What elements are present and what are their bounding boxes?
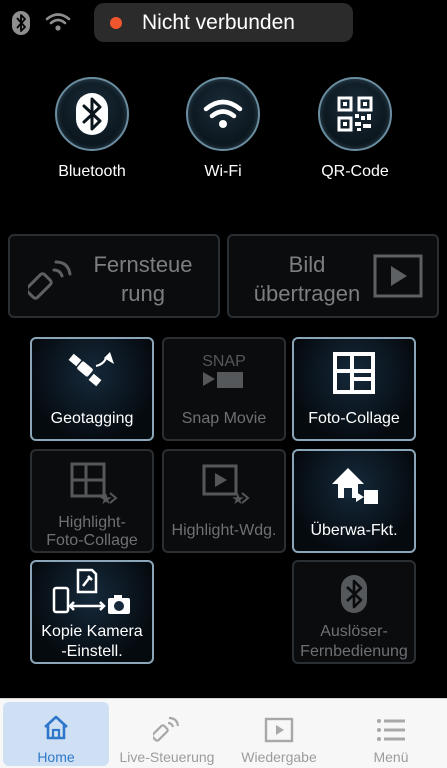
bluetooth-icon-disabled [294,570,414,618]
satellite-icon [32,349,152,397]
tab-live-control[interactable]: Live-Steuerung [112,699,222,768]
wifi-icon [203,99,243,128]
tab-live-control-label: Live-Steuerung [119,749,215,765]
wifi-status-icon [45,12,71,37]
highlight-movie-icon: ★ [164,459,284,507]
home-monitor-icon [294,461,414,509]
wifi-label: Wi-Fi [204,163,242,180]
connection-status-text: Nicht verbunden [142,10,295,34]
highlight-collage-label-line1: Highlight- [58,514,126,531]
qr-code-label: QR-Code [321,163,389,180]
remote-control-icon [28,260,72,300]
tab-menu[interactable]: Menü [346,699,436,768]
shutter-remote-label-line1: Auslöser- [320,623,388,640]
playback-screen-icon [373,254,423,298]
highlight-collage-icon: ★ [32,459,152,507]
playback-icon [230,699,328,743]
highlight-collage-label-line2: Foto-Collage [46,532,138,549]
collage-icon [294,349,414,397]
snap-movie-label: Snap Movie [181,410,267,427]
wifi-circle[interactable] [186,77,260,151]
monitoring-label: Überwa-Fkt. [310,522,398,539]
tab-menu-label: Menü [373,749,409,765]
remote-icon [112,699,222,743]
image-transfer-label-line1: Bild [288,252,326,277]
menu-icon [346,699,436,743]
bluetooth-icon [76,93,108,135]
monitoring-tile[interactable]: Überwa-Fkt. [292,449,416,553]
photo-collage-label: Foto-Collage [308,410,400,427]
copy-settings-tile[interactable]: Kopie Kamera -Einstell. [30,560,154,664]
snap-movie-tile[interactable]: SNAP Snap Movie [162,337,286,441]
tab-playback-label: Wiedergabe [241,749,317,765]
bluetooth-label: Bluetooth [58,163,126,180]
bluetooth-status-icon [11,10,31,41]
home-icon [3,702,109,740]
geotagging-label: Geotagging [50,410,134,427]
highlight-movie-tile[interactable]: ★ Highlight-Wdg. [162,449,286,553]
bluetooth-circle[interactable] [55,77,129,151]
geotagging-tile[interactable]: Geotagging [30,337,154,441]
wifi-button[interactable]: Wi-Fi [158,77,288,181]
tab-playback[interactable]: Wiedergabe [230,699,328,768]
tab-bar: Home Live-Steuerung Wiedergabe Menü [0,698,447,768]
qr-code-circle[interactable] [318,77,392,151]
highlight-movie-label: Highlight-Wdg. [171,522,277,539]
snap-icon-text: SNAP [202,353,246,370]
connection-status-badge[interactable]: Nicht verbunden [94,3,353,42]
copy-settings-icon [32,568,152,616]
bluetooth-button[interactable]: Bluetooth [27,77,157,181]
photo-collage-tile[interactable]: Foto-Collage [292,337,416,441]
snap-movie-icon: SNAP [164,349,284,397]
image-transfer-button[interactable]: Bild übertragen [227,234,439,318]
shutter-remote-tile[interactable]: Auslöser- Fernbedienung [292,560,416,664]
copy-settings-label-line2: -Einstell. [61,643,123,660]
remote-control-label-line1: Fernsteue [93,252,193,277]
highlight-collage-tile[interactable]: ★ Highlight- Foto-Collage [30,449,154,553]
copy-settings-label-line1: Kopie Kamera [41,623,143,640]
status-dot [110,16,122,29]
remote-control-label-line2: rung [120,281,166,306]
remote-control-button[interactable]: Fernsteue rung [8,234,220,318]
tab-home-label: Home [37,749,75,765]
shutter-remote-label-line2: Fernbedienung [300,643,408,660]
status-bar: Nicht verbunden [0,0,447,46]
tab-home[interactable]: Home [3,702,109,766]
image-transfer-label-line2: übertragen [253,281,361,306]
qr-code-icon [337,96,373,132]
qr-code-button[interactable]: QR-Code [290,77,420,181]
